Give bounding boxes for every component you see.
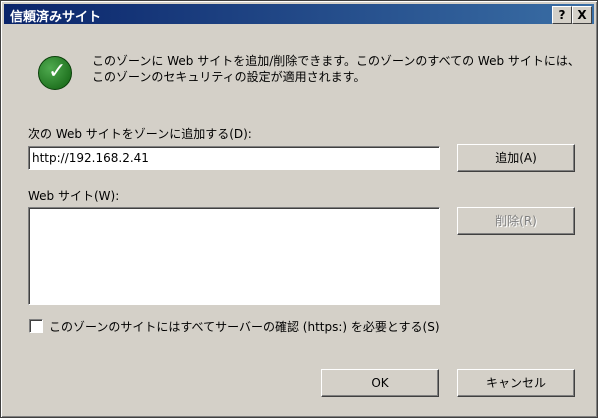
title-bar[interactable]: 信頼済みサイト ? X (4, 4, 594, 25)
description-text: このゾーンに Web サイトを追加/削除できます。このゾーンのすべての Web … (92, 54, 580, 84)
checkmark-icon: ✓ (38, 56, 72, 90)
https-checkbox-label[interactable]: このゾーンのサイトにはすべてサーバーの確認 (https:) を必要とする(S) (49, 318, 440, 335)
window-title: 信頼済みサイト (10, 10, 102, 25)
close-button[interactable]: X (572, 6, 592, 24)
add-button[interactable]: 追加(A) (457, 144, 575, 172)
web-sites-label: Web サイト(W): (28, 189, 120, 203)
add-site-input[interactable] (28, 146, 440, 170)
trusted-sites-dialog: 信頼済みサイト ? X ✓ このゾーンに Web サイトを追加/削除できます。こ… (0, 0, 598, 418)
help-button[interactable]: ? (552, 6, 572, 24)
cancel-button[interactable]: キャンセル (457, 369, 575, 397)
web-sites-list[interactable] (28, 207, 440, 305)
add-site-label: 次の Web サイトをゾーンに追加する(D): (28, 127, 252, 141)
remove-button[interactable]: 削除(R) (457, 207, 575, 235)
ok-button[interactable]: OK (321, 369, 439, 397)
add-site-field[interactable] (29, 147, 439, 169)
https-checkbox[interactable] (29, 319, 43, 333)
